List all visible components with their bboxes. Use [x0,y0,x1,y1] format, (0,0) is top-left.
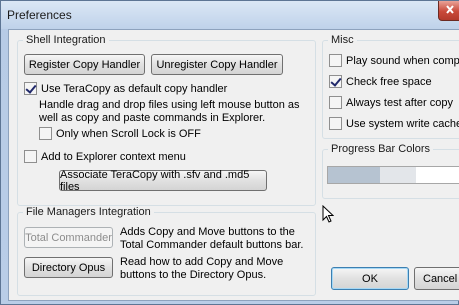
play-sound-label: Play sound when complete [346,54,459,67]
directory-opus-description: Read how to add Copy and Move buttons to… [120,256,284,281]
dialog-body: Shell Integration Register Copy Handler … [8,29,459,301]
play-sound-box[interactable] [329,54,342,67]
misc-legend: Misc [331,34,354,46]
context-menu-label: Add to Explorer context menu [41,150,186,163]
shell-integration-legend: Shell Integration [26,34,106,46]
default-copy-handler-box[interactable] [24,82,37,95]
write-cache-box[interactable] [329,117,342,130]
context-menu-checkbox[interactable]: Add to Explorer context menu [24,150,186,163]
register-copy-handler-button[interactable]: Register Copy Handler [24,54,145,75]
always-test-label: Always test after copy [346,96,453,109]
progress-color-swatch[interactable] [328,167,380,183]
associate-files-button[interactable]: Associate TeraCopy with .sfv and .md5 fi… [59,169,267,193]
cancel-button[interactable]: Cancel [414,267,459,290]
close-icon [446,5,454,14]
check-free-space-checkbox[interactable]: Check free space [329,75,432,88]
total-commander-button[interactable]: Total Commander [24,227,113,248]
progress-color-swatch[interactable] [380,167,416,183]
default-copy-handler-description: Handle drag and drop files using left mo… [39,99,300,124]
default-copy-handler-label: Use TeraCopy as default copy handler [41,82,228,95]
progress-color-swatch[interactable] [416,167,459,183]
close-button[interactable] [438,1,459,21]
total-commander-description: Adds Copy and Move buttons to the Total … [120,226,304,251]
mouse-cursor-icon [322,205,334,223]
directory-opus-button[interactable]: Directory Opus [24,257,113,278]
title-bar[interactable]: Preferences [1,1,459,29]
always-test-box[interactable] [329,96,342,109]
file-managers-legend: File Managers Integration [26,206,151,218]
check-free-space-box[interactable] [329,75,342,88]
write-cache-checkbox[interactable]: Use system write cache [329,117,459,130]
write-cache-label: Use system write cache [346,117,459,130]
check-free-space-label: Check free space [346,75,432,88]
scroll-lock-label: Only when Scroll Lock is OFF [56,127,201,140]
context-menu-box[interactable] [24,150,37,163]
play-sound-checkbox[interactable]: Play sound when complete [329,54,459,67]
window-title: Preferences [7,8,72,22]
progress-colors-legend: Progress Bar Colors [331,143,431,155]
unregister-copy-handler-button[interactable]: Unregister Copy Handler [151,54,283,75]
preferences-window: Preferences Shell Integration Register C… [0,0,459,305]
progress-color-preview[interactable] [327,166,459,184]
ok-button[interactable]: OK [331,267,409,290]
scroll-lock-checkbox[interactable]: Only when Scroll Lock is OFF [39,127,201,140]
scroll-lock-box[interactable] [39,127,52,140]
default-copy-handler-checkbox[interactable]: Use TeraCopy as default copy handler [24,82,227,95]
always-test-checkbox[interactable]: Always test after copy [329,96,453,109]
